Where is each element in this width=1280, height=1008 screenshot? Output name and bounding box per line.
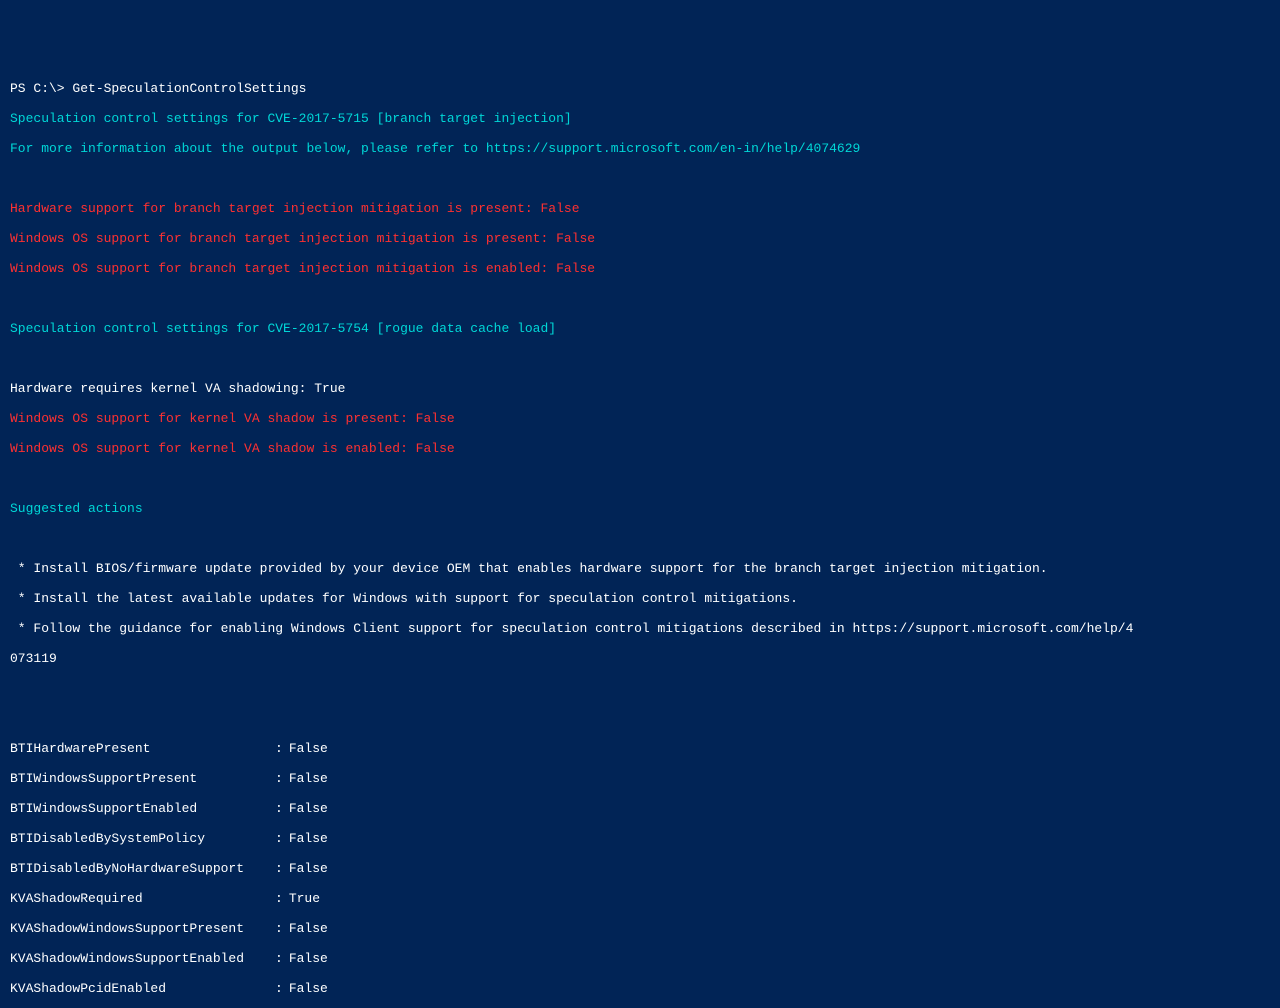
kv-value: False <box>289 801 328 816</box>
kv-value: False <box>289 921 328 936</box>
kv-key: KVAShadowWindowsSupportPresent <box>10 921 275 936</box>
kv-value: False <box>289 981 328 996</box>
section-header-kva: Speculation control settings for CVE-201… <box>10 321 1270 336</box>
suggestion-item: * Follow the guidance for enabling Windo… <box>10 621 1270 636</box>
kv-key: BTIHardwarePresent <box>10 741 275 756</box>
suggestion-item-cont: 073119 <box>10 651 1270 666</box>
kva-os-enabled-status: Windows OS support for kernel VA shadow … <box>10 441 1270 456</box>
kv-row: BTIDisabledByNoHardwareSupport: False <box>10 861 1270 876</box>
kv-key: BTIDisabledBySystemPolicy <box>10 831 275 846</box>
info-link-line: For more information about the output be… <box>10 141 1270 156</box>
kv-row: BTIWindowsSupportEnabled: False <box>10 801 1270 816</box>
kv-key: BTIWindowsSupportPresent <box>10 771 275 786</box>
bti-os-present-status: Windows OS support for branch target inj… <box>10 231 1270 246</box>
kv-value: True <box>289 891 320 906</box>
kv-sep: : <box>275 831 283 846</box>
kva-hw-status: Hardware requires kernel VA shadowing: T… <box>10 381 1270 396</box>
kv-row: BTIDisabledBySystemPolicy: False <box>10 831 1270 846</box>
kv-key: KVAShadowWindowsSupportEnabled <box>10 951 275 966</box>
kv-value: False <box>289 771 328 786</box>
suggested-actions-header: Suggested actions <box>10 501 1270 516</box>
bti-os-enabled-status: Windows OS support for branch target inj… <box>10 261 1270 276</box>
suggestion-item: * Install BIOS/firmware update provided … <box>10 561 1270 576</box>
section-header-bti: Speculation control settings for CVE-201… <box>10 111 1270 126</box>
kv-value: False <box>289 741 328 756</box>
kv-sep: : <box>275 771 283 786</box>
kv-sep: : <box>275 801 283 816</box>
kv-row: KVAShadowWindowsSupportEnabled: False <box>10 951 1270 966</box>
kv-key: KVAShadowRequired <box>10 891 275 906</box>
kv-row: BTIWindowsSupportPresent: False <box>10 771 1270 786</box>
kv-sep: : <box>275 861 283 876</box>
suggestion-item: * Install the latest available updates f… <box>10 591 1270 606</box>
kv-value: False <box>289 831 328 846</box>
prompt-command: Get-SpeculationControlSettings <box>72 81 306 96</box>
kv-row: BTIHardwarePresent: False <box>10 741 1270 756</box>
terminal-output[interactable]: PS C:\> Get-SpeculationControlSettings S… <box>10 66 1270 1008</box>
kv-sep: : <box>275 981 283 996</box>
kv-row: KVAShadowPcidEnabled: False <box>10 981 1270 996</box>
kv-sep: : <box>275 921 283 936</box>
kv-sep: : <box>275 951 283 966</box>
kv-sep: : <box>275 741 283 756</box>
kv-value: False <box>289 951 328 966</box>
kv-row: KVAShadowRequired: True <box>10 891 1270 906</box>
kv-key: KVAShadowPcidEnabled <box>10 981 275 996</box>
kv-value: False <box>289 861 328 876</box>
kv-sep: : <box>275 891 283 906</box>
kv-row: KVAShadowWindowsSupportPresent: False <box>10 921 1270 936</box>
kv-key: BTIWindowsSupportEnabled <box>10 801 275 816</box>
kv-key: BTIDisabledByNoHardwareSupport <box>10 861 275 876</box>
kva-os-present-status: Windows OS support for kernel VA shadow … <box>10 411 1270 426</box>
prompt-prefix: PS C:\> <box>10 81 72 96</box>
bti-hw-status: Hardware support for branch target injec… <box>10 201 1270 216</box>
